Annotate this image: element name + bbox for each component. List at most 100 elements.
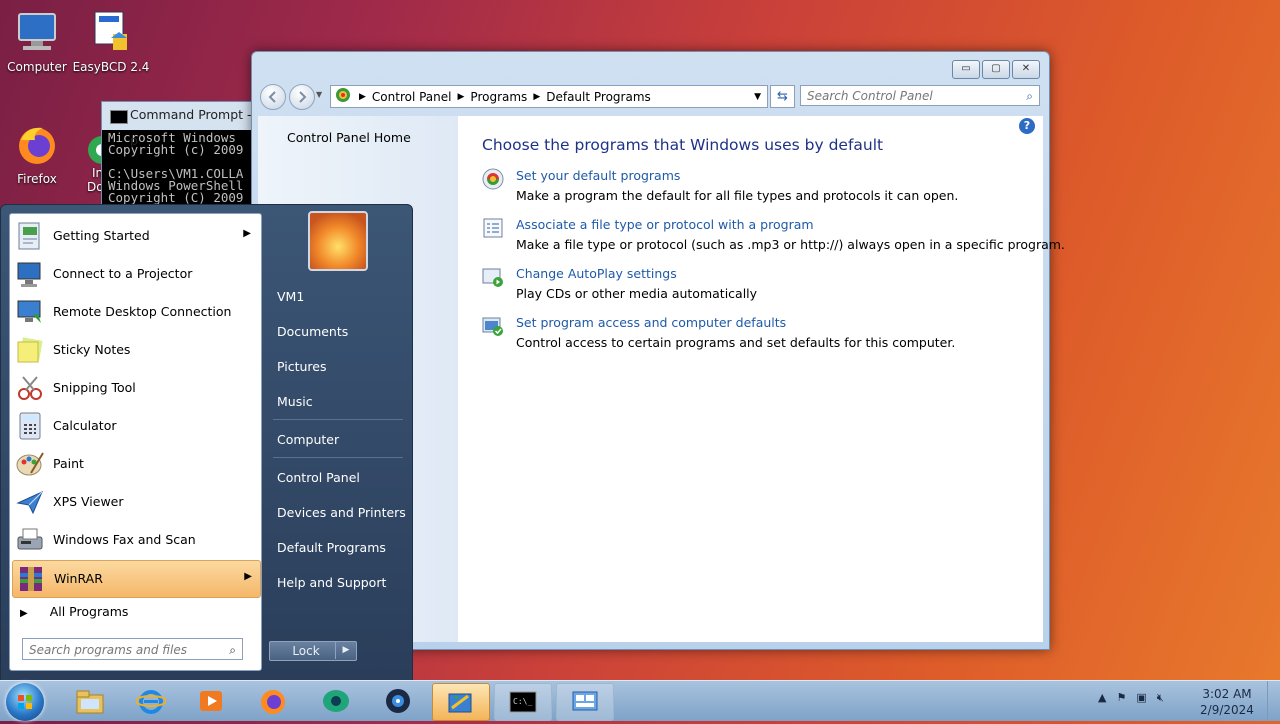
- task-link[interactable]: Set program access and computer defaults: [516, 315, 786, 330]
- start-item-music[interactable]: Music: [277, 394, 313, 409]
- breadcrumb-control-panel[interactable]: Control Panel: [372, 90, 452, 104]
- program-paint[interactable]: Paint: [12, 446, 259, 482]
- refresh-button[interactable]: ⇆: [770, 85, 795, 108]
- desktop-icon-easybcd[interactable]: EasyBCD 2.4: [71, 8, 151, 74]
- program-calculator[interactable]: Calculator: [12, 408, 259, 444]
- command-prompt-window[interactable]: Command Prompt - p Microsoft Windows Cop…: [101, 101, 263, 214]
- expand-arrow-icon: ▶: [20, 608, 28, 619]
- start-item-documents[interactable]: Documents: [277, 324, 348, 339]
- file-explorer-icon: [75, 687, 105, 715]
- start-item-pictures[interactable]: Pictures: [277, 359, 327, 374]
- program-snipping-tool[interactable]: Snipping Tool: [12, 370, 259, 406]
- volume-muted-icon[interactable]: 🔇︎: [1157, 691, 1164, 705]
- close-button[interactable]: ✕: [1012, 60, 1040, 79]
- program-getting-started[interactable]: Getting Started ▶: [12, 218, 259, 254]
- start-item-control-panel[interactable]: Control Panel: [277, 470, 360, 485]
- forward-arrow-icon: [299, 91, 307, 103]
- start-item-user[interactable]: VM1: [277, 289, 304, 304]
- taskbar-media-player[interactable]: [183, 683, 239, 719]
- back-arrow-icon: [268, 91, 276, 103]
- address-bar[interactable]: ▶ Control Panel ▶ Programs ▶ Default Pro…: [330, 85, 768, 108]
- control-panel-icon: [335, 87, 351, 106]
- start-item-help-support[interactable]: Help and Support: [277, 575, 386, 590]
- control-panel-home-link[interactable]: Control Panel Home: [287, 130, 411, 145]
- all-programs-button[interactable]: ▶ All Programs: [20, 604, 128, 619]
- taskbar-file-explorer[interactable]: [62, 683, 118, 719]
- submenu-arrow-icon: ▶: [244, 571, 252, 582]
- breadcrumb-programs[interactable]: Programs: [470, 90, 527, 104]
- show-hidden-icons-icon[interactable]: ▲: [1098, 691, 1106, 705]
- task-link[interactable]: Associate a file type or protocol with a…: [516, 217, 814, 232]
- program-connect-projector[interactable]: Connect to a Projector: [12, 256, 259, 292]
- start-item-default-programs[interactable]: Default Programs: [277, 540, 386, 555]
- program-remote-desktop[interactable]: Remote Desktop Connection: [12, 294, 259, 330]
- recent-pages-dropdown[interactable]: ▼: [316, 90, 322, 99]
- search-placeholder: Search programs and files: [29, 643, 187, 657]
- fax-scan-icon: [15, 525, 45, 555]
- shutdown-options-button[interactable]: ▶: [335, 641, 356, 659]
- user-avatar[interactable]: [308, 211, 368, 271]
- chat-app-icon: [321, 687, 351, 715]
- taskbar-chat-app[interactable]: [308, 683, 364, 719]
- minimize-button[interactable]: ▭: [952, 60, 980, 79]
- program-label: Sticky Notes: [53, 342, 131, 357]
- task-description: Make a program the default for all file …: [516, 188, 959, 203]
- getting-started-icon: [15, 221, 45, 251]
- task-link[interactable]: Set your default programs: [516, 168, 680, 183]
- program-xps-viewer[interactable]: XPS Viewer: [12, 484, 259, 520]
- task-link[interactable]: Change AutoPlay settings: [516, 266, 677, 281]
- window-title-bar[interactable]: Command Prompt - p: [102, 102, 262, 148]
- taskbar-firefox[interactable]: [245, 683, 301, 719]
- program-fax-scan[interactable]: Windows Fax and Scan: [12, 522, 259, 558]
- xps-viewer-icon: [15, 487, 45, 517]
- network-icon[interactable]: ▣: [1136, 691, 1146, 705]
- default-programs-icon: [482, 168, 504, 190]
- desktop-icon-label: Firefox: [17, 172, 57, 186]
- action-center-flag-icon[interactable]: ⚑: [1116, 691, 1126, 705]
- page-heading: Choose the programs that Windows uses by…: [482, 136, 884, 154]
- forward-button[interactable]: [289, 84, 315, 110]
- start-item-devices-printers[interactable]: Devices and Printers: [277, 505, 406, 520]
- taskbar-internet-explorer[interactable]: [123, 683, 179, 719]
- autoplay-icon: [482, 266, 504, 288]
- firefox-icon: [13, 120, 61, 168]
- show-desktop-button[interactable]: [1267, 681, 1280, 721]
- search-control-panel-input[interactable]: Search Control Panel ⌕: [800, 85, 1040, 106]
- search-programs-input[interactable]: Search programs and files ⌕: [22, 638, 243, 660]
- file-association-icon: [482, 217, 504, 239]
- program-label: Snipping Tool: [53, 380, 136, 395]
- program-label: XPS Viewer: [53, 494, 124, 509]
- system-clock[interactable]: 3:02 AM 2/9/2024: [1194, 686, 1260, 718]
- start-menu: Getting Started ▶ Connect to a Projector…: [0, 204, 413, 682]
- taskbar-remote-desktop[interactable]: [556, 683, 614, 721]
- program-label: WinRAR: [54, 571, 103, 586]
- maximize-button[interactable]: ▢: [982, 60, 1010, 79]
- remote-desktop-icon: [15, 297, 45, 327]
- search-placeholder: Search Control Panel: [807, 89, 933, 103]
- task-description: Control access to certain programs and s…: [516, 335, 956, 350]
- desktop-icon-firefox[interactable]: Firefox: [0, 120, 77, 186]
- projector-icon: [15, 259, 45, 289]
- program-sticky-notes[interactable]: Sticky Notes: [12, 332, 259, 368]
- easybcd-icon: [87, 8, 135, 56]
- address-dropdown-icon[interactable]: ▼: [754, 92, 761, 102]
- programs-list: Getting Started ▶ Connect to a Projector…: [9, 213, 262, 671]
- computer-icon: [13, 8, 61, 56]
- back-button[interactable]: [260, 84, 286, 110]
- desktop-icon-computer[interactable]: Computer: [0, 8, 77, 74]
- help-icon[interactable]: ?: [1019, 118, 1035, 134]
- navigation-bar: ▼ ▶ Control Panel ▶ Programs ▶ Default P…: [258, 82, 1043, 110]
- taskbar-control-panel[interactable]: [432, 683, 490, 721]
- paint-palette-icon: [15, 449, 45, 479]
- program-access-icon: [482, 315, 504, 337]
- program-winrar[interactable]: WinRAR ▶: [12, 560, 261, 598]
- command-prompt-icon: C:\_: [508, 688, 538, 716]
- taskbar-command-prompt[interactable]: C:\_: [494, 683, 552, 721]
- media-player-icon: [196, 687, 226, 715]
- taskbar-easybcd[interactable]: [370, 683, 426, 719]
- start-button[interactable]: [6, 683, 44, 721]
- search-icon: ⌕: [229, 643, 236, 657]
- breadcrumb-default-programs[interactable]: Default Programs: [546, 90, 651, 104]
- start-item-computer[interactable]: Computer: [277, 432, 339, 447]
- svg-text:C:\_: C:\_: [513, 697, 532, 706]
